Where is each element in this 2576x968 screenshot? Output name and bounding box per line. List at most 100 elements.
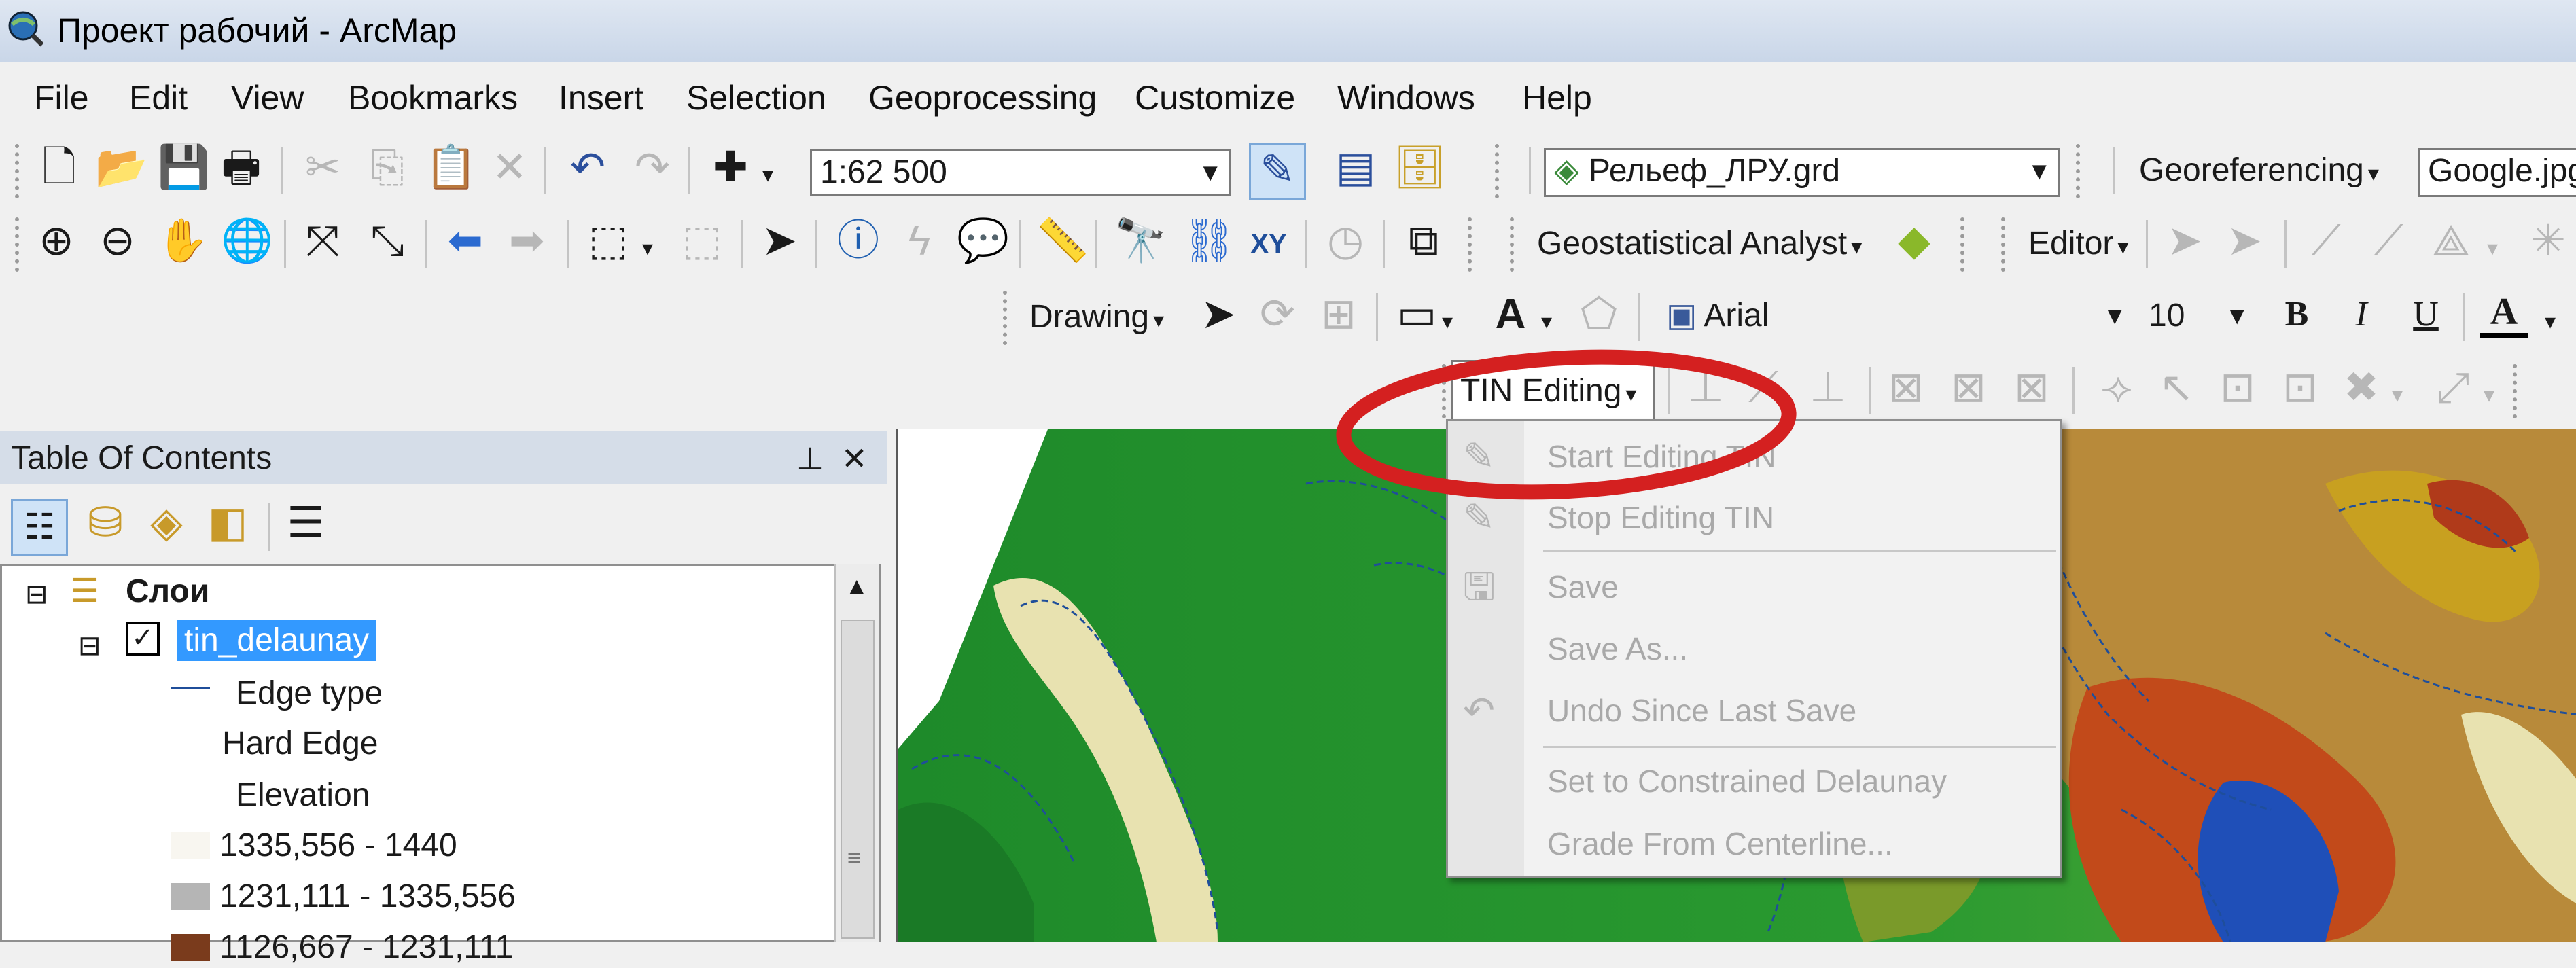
menu-insert[interactable]: Insert [559, 76, 643, 120]
select-elements-arrow-icon[interactable]: ➤ [756, 217, 803, 265]
layer-name-selected[interactable]: tin_delaunay [177, 620, 376, 661]
menu-view[interactable]: View [231, 76, 304, 120]
close-icon[interactable]: ✕ [841, 438, 868, 479]
paste-icon[interactable]: 📋 [425, 144, 477, 192]
tin-delete-edge-icon[interactable]: ✖ [2337, 364, 2385, 412]
font-dropdown-icon[interactable]: ▼ [2102, 295, 2127, 337]
back-arrow-icon[interactable]: ⬅ [442, 217, 489, 265]
menu-file[interactable]: File [34, 76, 89, 120]
georeference-layer-combo[interactable]: ◈ Рельеф_ЛРУ.grd ▼ [1544, 148, 2060, 197]
select-dropdown-icon[interactable]: ▾ [635, 224, 660, 272]
edit-tool-icon[interactable]: ➤ [2161, 217, 2208, 265]
tin-tag-dropdown-icon[interactable]: ▾ [2477, 371, 2501, 418]
georeferencing-menu[interactable]: Georeferencing ▾ [2139, 149, 2379, 194]
html-popup-icon[interactable]: 💬 [957, 217, 1009, 265]
vertex-edit-icon[interactable]: ⟁ [2427, 217, 2475, 265]
add-data-dropdown-icon[interactable]: ▾ [756, 151, 780, 198]
toc-scrollbar[interactable]: ▲ ≡ [834, 564, 879, 942]
flip-edge-icon[interactable]: ⟢ [2093, 364, 2140, 412]
straight-segment-icon[interactable]: ⟋ [2302, 217, 2350, 265]
full-extent-globe-icon[interactable]: 🌐 [221, 217, 273, 265]
font-color-dropdown-icon[interactable]: ▾ [2538, 298, 2562, 345]
grade-from-centerline-item[interactable]: Grade From Centerline... [1547, 823, 1893, 864]
list-by-visibility-icon[interactable]: ◈ [143, 499, 190, 547]
time-slider-icon[interactable]: ◷ [1322, 217, 1369, 265]
edit-vertices-icon[interactable]: ⬠ [1575, 291, 1623, 338]
map-scale-combo[interactable]: 1:62 500 ▼ [810, 149, 1231, 196]
toolbar-grip[interactable] [15, 144, 23, 198]
print-icon[interactable]: 🖶 [217, 144, 265, 192]
move-node-icon[interactable]: ↖ [2153, 364, 2200, 412]
create-viewer-window-icon[interactable]: ⧉ [1400, 217, 1447, 265]
rotate-icon[interactable]: ⟳ [1254, 291, 1301, 338]
shape-dropdown-icon[interactable]: ▾ [1435, 298, 1460, 345]
bold-button[interactable]: B [2273, 291, 2321, 338]
select-elements-icon[interactable]: ➤ [1195, 291, 1242, 338]
layer-visibility-checkbox[interactable]: ✓ [126, 622, 160, 656]
find-binoculars-icon[interactable]: 🔭 [1114, 217, 1167, 265]
toolbar-grip[interactable] [1468, 217, 1476, 272]
tin-erase-icon[interactable]: ⊠ [1945, 364, 1992, 412]
toolbar-grip[interactable] [1003, 291, 1011, 345]
menu-bookmarks[interactable]: Bookmarks [348, 76, 518, 120]
toc-options-icon[interactable]: ☰ [282, 499, 330, 547]
delete-icon[interactable]: ✕ [486, 144, 533, 192]
menu-customize[interactable]: Customize [1135, 76, 1295, 120]
construct-dropdown-icon[interactable]: ▾ [2480, 224, 2505, 272]
font-name-combo[interactable]: ▣ Arial ▼ [1658, 295, 2134, 344]
font-size-dropdown-icon[interactable]: ▼ [2225, 295, 2249, 337]
zoom-to-selected-elements-icon[interactable]: ⊞ [1315, 291, 1362, 338]
undo-since-last-save-item[interactable]: Undo Since Last Save [1547, 690, 1856, 731]
scroll-up-icon[interactable]: ▲ [845, 572, 869, 600]
toolbar-grip[interactable] [1510, 217, 1518, 272]
editor-toolbar-icon[interactable]: ✎ [1249, 143, 1306, 200]
catalog-icon[interactable]: 🗄 [1393, 144, 1447, 192]
tin-clip-icon[interactable]: ⊠ [1882, 364, 1930, 412]
rectangle-shape-icon[interactable]: ▭ [1393, 291, 1441, 338]
drawing-menu[interactable]: Drawing ▾ [1029, 296, 1164, 341]
new-document-icon[interactable]: 🗋 [35, 144, 83, 192]
font-size-combo[interactable]: 10 ▼ [2140, 295, 2256, 344]
find-route-icon[interactable]: ⛓ [1182, 217, 1236, 265]
geostat-wizard-icon[interactable]: ◆ [1890, 217, 1938, 265]
forward-arrow-icon[interactable]: ➡ [503, 217, 550, 265]
collapse-layer-icon[interactable]: ⊟ [78, 626, 101, 666]
text-dropdown-icon[interactable]: ▾ [1534, 298, 1559, 345]
cut-icon[interactable]: ✂ [299, 144, 347, 192]
save-icon[interactable]: 💾 [158, 144, 210, 192]
copy-icon[interactable]: ⎘ [364, 144, 411, 192]
toolbar-grip[interactable] [15, 217, 23, 272]
pan-hand-icon[interactable]: ✋ [156, 217, 209, 265]
fixed-zoom-out-icon[interactable]: ⤡ [364, 217, 411, 265]
toolbar-grip[interactable] [2076, 144, 2084, 198]
measure-ruler-icon[interactable]: 📏 [1036, 217, 1089, 265]
hyperlink-lightning-icon[interactable]: ϟ [896, 217, 943, 265]
clear-selection-icon[interactable]: ⬚ [678, 217, 726, 265]
italic-button[interactable]: I [2337, 291, 2385, 338]
tin-tag-icon[interactable]: ⤢ [2429, 364, 2477, 412]
tin-delete-node-icon[interactable]: ⊡ [2276, 364, 2324, 412]
collapse-group-icon[interactable]: ⊟ [25, 574, 48, 615]
add-data-icon[interactable]: ✚ [707, 144, 754, 192]
tin-replace-icon[interactable]: ⊠ [2008, 364, 2055, 412]
menu-edit[interactable]: Edit [129, 76, 188, 120]
edit-annotation-icon[interactable]: ➤ [2221, 217, 2268, 265]
split-tool-icon[interactable]: ✳ [2524, 217, 2572, 265]
set-to-constrained-delaunay-item[interactable]: Set to Constrained Delaunay [1547, 761, 1947, 802]
select-features-icon[interactable]: ⬚ [584, 217, 632, 265]
trace-icon[interactable]: ⟋ [2365, 217, 2412, 265]
toolbar-grip[interactable] [1495, 144, 1503, 198]
new-text-icon[interactable]: A [1487, 291, 1534, 338]
underline-button[interactable]: U [2402, 291, 2450, 338]
table-of-contents-icon[interactable]: ▤ [1332, 144, 1379, 192]
go-to-xy-icon[interactable]: XY [1245, 220, 1292, 268]
identify-info-icon[interactable]: ⓘ [834, 217, 882, 265]
redo-icon[interactable]: ↷ [629, 144, 676, 192]
font-color-button[interactable]: A [2480, 288, 2528, 338]
geostatistical-analyst-menu[interactable]: Geostatistical Analyst ▾ [1537, 223, 1862, 268]
zoom-in-icon[interactable]: ⊕ [33, 217, 80, 265]
list-by-drawing-order-icon[interactable]: ☷ [11, 499, 68, 556]
list-by-selection-icon[interactable]: ◧ [204, 499, 251, 547]
layers-root-label[interactable]: Слои [126, 571, 209, 612]
save-as-item[interactable]: Save As... [1547, 628, 1688, 669]
